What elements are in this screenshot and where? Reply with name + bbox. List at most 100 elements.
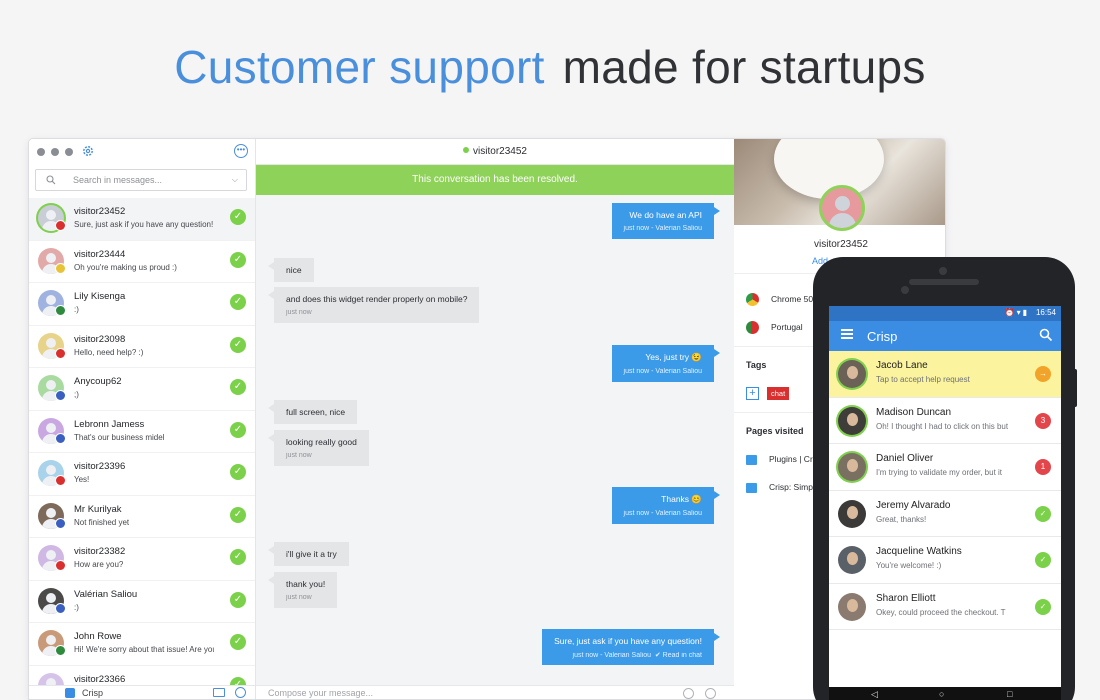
- resolved-check-icon: ✓: [230, 549, 246, 565]
- conversation-name: Valérian Saliou: [74, 588, 138, 600]
- country-flag-icon: [55, 220, 66, 231]
- conversation-name: Jeremy Alvarado: [876, 499, 951, 511]
- message-text: and does this widget render properly on …: [286, 294, 468, 304]
- attach-icon[interactable]: [705, 688, 716, 699]
- phone-conversation-item[interactable]: Daniel Oliver I'm trying to validate my o…: [829, 444, 1061, 491]
- message-text: thank you!: [286, 579, 326, 589]
- message-meta: just now - Valerian Saliou: [624, 510, 702, 517]
- status-bar: ⏰▾▮ 16:54: [829, 306, 1061, 321]
- conversation-name: visitor23382: [74, 546, 126, 557]
- phone-camera: [901, 286, 909, 294]
- conversation-item[interactable]: visitor23452 Sure, just ask if you have a…: [29, 198, 255, 241]
- message-text: Thanks 😊: [661, 494, 702, 504]
- crisp-logo-icon: [65, 688, 75, 698]
- visited-page-label: Plugins | Cri: [769, 454, 815, 464]
- phone-conversation-item[interactable]: Jeremy Alvarado Great, thanks! ✓: [829, 490, 1061, 537]
- resolved-check-icon: ✓: [230, 251, 246, 268]
- search-icon[interactable]: [1039, 328, 1053, 342]
- headline-rest: made for startups: [562, 41, 926, 93]
- conversation-item[interactable]: Valérian Saliou:) ✓: [29, 581, 255, 623]
- outgoing-message: Sure, just ask if you have any question!…: [542, 629, 720, 665]
- conversation-sidebar: ••• Search in messages... ⌵ visitor23452…: [29, 139, 256, 699]
- conversation-preview: Great, thanks!: [876, 514, 927, 524]
- conversation-item[interactable]: visitor23396 Yes! ✓: [29, 453, 255, 496]
- conversation-item[interactable]: visitor23382 How are you? ✓: [29, 538, 255, 581]
- search-messages-input[interactable]: Search in messages... ⌵: [35, 169, 247, 191]
- phone-conversation-item[interactable]: Jacqueline Watkins You're welcome! :) ✓: [829, 537, 1061, 584]
- sidebar-toolbar: •••: [29, 139, 255, 165]
- inbox-icon[interactable]: [213, 688, 225, 697]
- outgoing-message: Yes, just try 😉 just now - Valerian Salio…: [611, 345, 721, 382]
- conversation-item[interactable]: Lebronn Jamess That's our business midel ✓: [29, 411, 255, 453]
- pages-visited-title: Pages visited: [746, 426, 804, 436]
- outgoing-message: We do have an API just now - Valerian Sal…: [611, 203, 721, 239]
- resolved-check-icon: ✓: [230, 379, 246, 395]
- search-icon: [46, 175, 56, 185]
- conversation-name: Daniel Oliver: [876, 453, 934, 464]
- visitor-avatar: [819, 185, 865, 231]
- conversation-item[interactable]: Mr Kurilyak Not finished yet ✓: [29, 496, 255, 538]
- conversation-name: Jacqueline Watkins: [876, 546, 962, 557]
- add-tag-button[interactable]: +: [746, 387, 759, 400]
- conversation-preview: I'm trying to validate my order, but it: [876, 468, 1003, 477]
- phone-conversation-list: Jacob Lane Tap to accept help request → Mad…: [829, 351, 1061, 630]
- compose-input[interactable]: Compose your message...: [268, 688, 373, 698]
- message-text: Yes, just try 😉: [645, 352, 702, 362]
- desktop-app-window: ••• Search in messages... ⌵ visitor23452…: [28, 138, 946, 700]
- message-meta: just now: [286, 452, 357, 459]
- phone-conversation-item[interactable]: Sharon Elliott Okey, could proceed the ch…: [829, 583, 1061, 630]
- conversation-item[interactable]: visitor23444 Oh you're making us proud :)…: [29, 241, 255, 283]
- more-options-icon[interactable]: •••: [234, 144, 248, 158]
- minimize-window-button[interactable]: [51, 148, 59, 156]
- message-meta: just now: [286, 309, 467, 316]
- resolved-check-icon: ✓: [230, 634, 246, 650]
- back-icon[interactable]: ◁: [871, 689, 878, 700]
- recents-icon[interactable]: □: [1007, 689, 1012, 699]
- conversation-item[interactable]: Anycoup62;) ✓: [29, 368, 255, 411]
- conversation-preview: Oh you're making us proud :): [74, 262, 177, 272]
- country-flag-icon: [55, 347, 66, 359]
- message-meta-text: just now - Valerian Saliou: [623, 510, 702, 517]
- close-window-button[interactable]: [37, 148, 45, 156]
- avatar: [838, 546, 866, 574]
- chrome-icon: [746, 293, 759, 306]
- emoji-icon[interactable]: [683, 688, 694, 699]
- incoming-message: and does this widget render properly on …: [267, 287, 480, 323]
- incoming-message: i'll give it a try: [268, 542, 349, 566]
- browser-row: Chrome 50: [746, 293, 813, 306]
- hamburger-menu-icon[interactable]: [841, 329, 853, 339]
- message-text: full screen, nice: [286, 407, 346, 417]
- message-text: looking really good: [286, 437, 357, 447]
- tags-title: Tags: [746, 360, 767, 370]
- conversation-item[interactable]: Lily Kisenga:) ✓: [29, 283, 255, 326]
- avatar: [838, 453, 866, 481]
- profile-icon[interactable]: [235, 687, 246, 698]
- home-icon[interactable]: ○: [939, 689, 944, 699]
- phone-conversation-item[interactable]: Madison Duncan Oh! I thought I had to cli…: [829, 397, 1061, 444]
- phone-sensor: [939, 267, 947, 275]
- message-meta: just now: [286, 594, 325, 601]
- resolved-check-icon: ✓: [230, 209, 246, 225]
- phone-conversation-item[interactable]: Jacob Lane Tap to accept help request →: [829, 351, 1061, 398]
- country-flag-icon: [55, 305, 66, 316]
- conversation-name: Lily Kisenga: [74, 291, 126, 302]
- conversation-item[interactable]: John Rowe Hi! We're sorry about that issu…: [29, 623, 255, 666]
- maximize-window-button[interactable]: [65, 148, 73, 156]
- country-flag-icon: [55, 602, 66, 614]
- conversation-item[interactable]: visitor23098 Hello, need help? :) ✓: [29, 326, 255, 368]
- visited-page-2[interactable]: Crisp: Simp: [746, 482, 813, 493]
- chevron-down-icon[interactable]: ⌵: [232, 175, 238, 185]
- incoming-message: nice: [268, 258, 314, 282]
- conversation-name: visitor23098: [74, 333, 126, 345]
- status-badge: →: [1035, 366, 1051, 382]
- footer-brand: Crisp: [82, 688, 104, 698]
- gear-icon[interactable]: [81, 144, 95, 158]
- conversation-name: Sharon Elliott: [876, 592, 936, 604]
- conversation-name: John Rowe: [74, 631, 122, 642]
- tag-chat[interactable]: chat: [767, 387, 790, 400]
- resolved-check-icon: ✓: [230, 421, 246, 438]
- compose-bar[interactable]: Compose your message...: [256, 685, 734, 699]
- conversation-name: visitor23452: [74, 206, 126, 217]
- message-thread: We do have an API just now - Valerian Sal…: [256, 195, 734, 665]
- visited-page-1[interactable]: Plugins | Cri: [746, 454, 815, 465]
